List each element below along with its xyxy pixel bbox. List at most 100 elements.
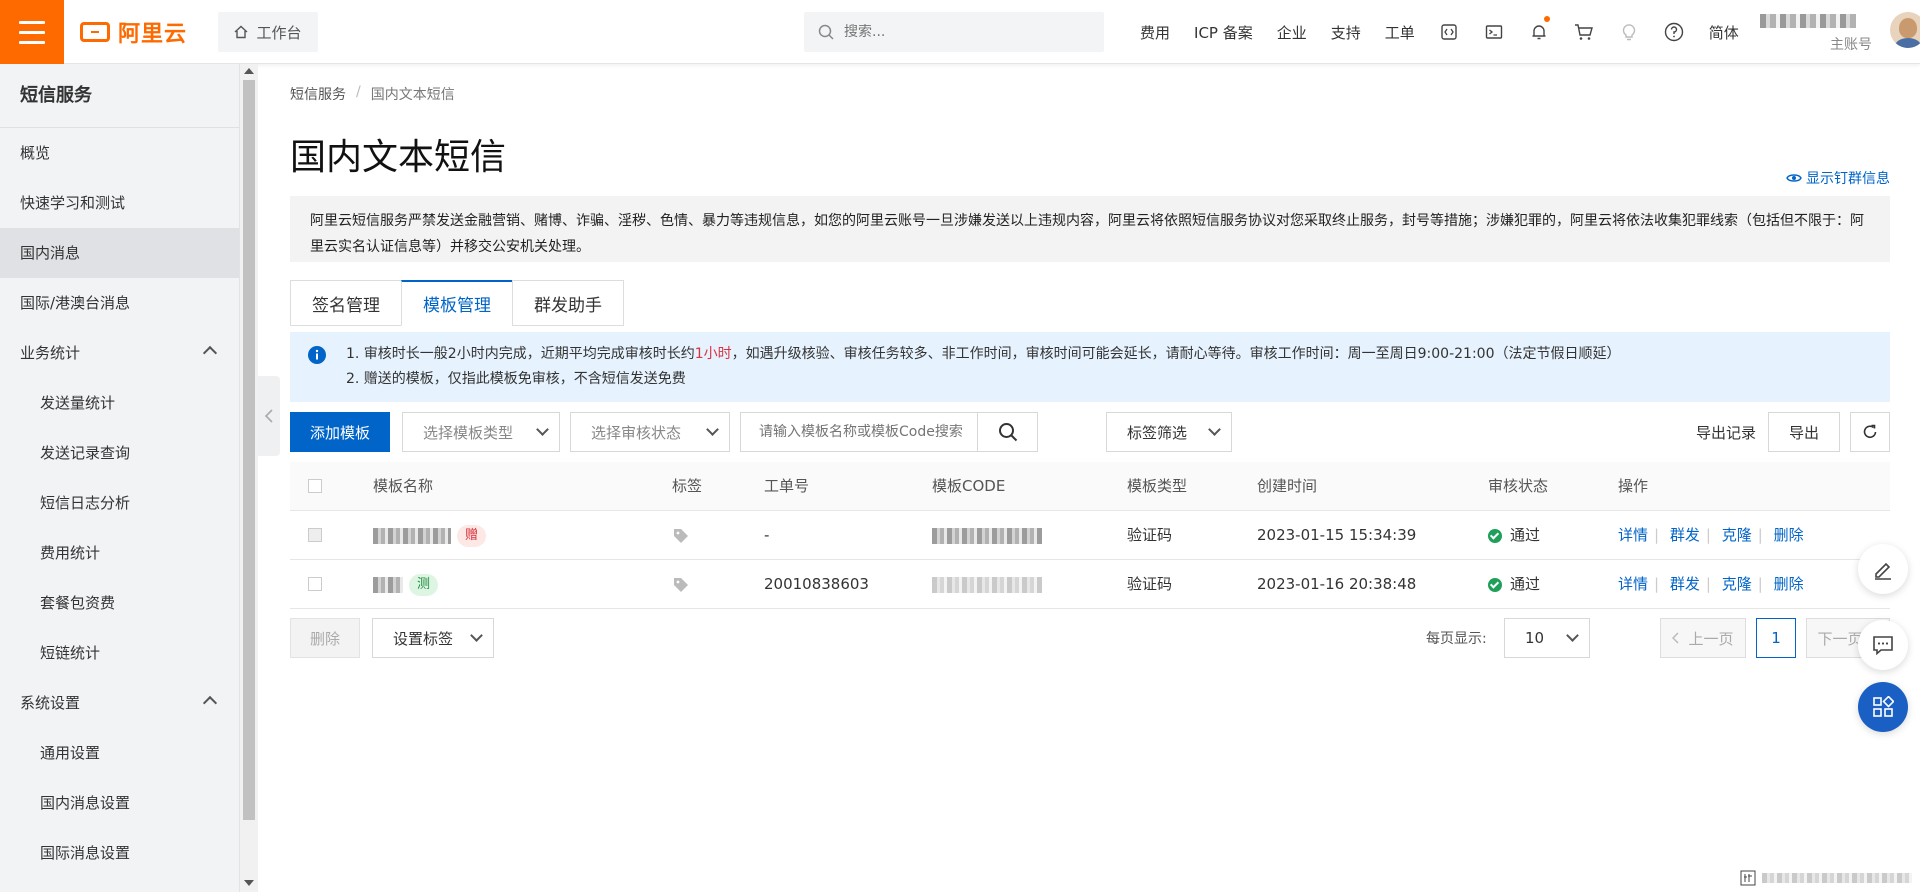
tab-bulk-send-assistant[interactable]: 群发助手 — [512, 280, 624, 326]
top-nav: 费用 ICP 备案 企业 支持 工单 简体 — [1128, 0, 1751, 64]
add-template-button[interactable]: 添加模板 — [290, 412, 390, 452]
nav-ticket[interactable]: 工单 — [1373, 22, 1427, 43]
code-icon[interactable] — [1427, 0, 1472, 64]
global-search[interactable] — [804, 12, 1104, 52]
template-code — [932, 560, 1042, 608]
show-group-info-link[interactable]: 显示钉群信息 — [1786, 168, 1890, 188]
delete-link[interactable]: 删除 — [1774, 526, 1804, 544]
chat-icon — [1873, 636, 1893, 656]
review-notice: 1. 审核时长一般2小时内完成，近期平均完成审核时长约1小时，如遇升级核验、审核… — [290, 332, 1890, 402]
sidebar-item-send-records[interactable]: 发送记录查询 — [0, 428, 239, 478]
page-1-button[interactable]: 1 — [1756, 618, 1796, 658]
detail-link[interactable]: 详情 — [1618, 526, 1648, 544]
sidebar: 短信服务 概览 快速学习和测试 国内消息 国际/港澳台消息 业务统计 发送量统计… — [0, 64, 240, 892]
sidebar-item-cost-stats[interactable]: 费用统计 — [0, 528, 239, 578]
export-button[interactable]: 导出 — [1768, 412, 1840, 452]
select-all-checkbox[interactable] — [308, 479, 322, 493]
global-search-input[interactable] — [844, 24, 1084, 40]
template-code-redacted — [932, 576, 1042, 593]
tag-icon[interactable] — [672, 511, 690, 559]
account-type: 主账号 — [1830, 37, 1872, 53]
clone-link[interactable]: 克隆 — [1722, 526, 1752, 544]
help-icon[interactable] — [1652, 0, 1697, 64]
sidebar-title: 短信服务 — [0, 64, 239, 128]
page-size-select[interactable]: 10 — [1504, 618, 1590, 658]
row-operations: 详情 | 群发 | 克隆 | 删除 — [1618, 511, 1810, 559]
sidebar-item-international-settings[interactable]: 国际消息设置 — [0, 828, 239, 878]
clone-link[interactable]: 克隆 — [1722, 575, 1752, 593]
review-status: 通过 — [1488, 511, 1540, 559]
batch-delete-button[interactable]: 删除 — [290, 618, 360, 658]
bulb-icon[interactable] — [1607, 0, 1652, 64]
ops-separator: | — [1757, 575, 1763, 593]
template-name-redacted — [373, 527, 451, 544]
review-status-select[interactable]: 选择审核状态 — [570, 412, 730, 452]
detail-link[interactable]: 详情 — [1618, 575, 1648, 593]
sidebar-item-shortlink-stats[interactable]: 短链统计 — [0, 628, 239, 678]
sidebar-item-quickstart[interactable]: 快速学习和测试 — [0, 178, 239, 228]
apps-grid-button[interactable] — [1858, 682, 1908, 732]
cart-icon[interactable] — [1562, 0, 1607, 64]
header-template-code: 模板CODE — [932, 477, 1006, 495]
header-review-status: 审核状态 — [1488, 477, 1549, 495]
gift-badge: 赠 — [457, 524, 487, 547]
scrollbar-thumb[interactable] — [243, 80, 255, 820]
sidebar-item-send-volume[interactable]: 发送量统计 — [0, 378, 239, 428]
sidebar-collapse-handle[interactable] — [258, 376, 280, 456]
sidebar-item-package-pricing[interactable]: 套餐包资费 — [0, 578, 239, 628]
search-button[interactable] — [977, 413, 1037, 451]
chevron-down-icon — [706, 423, 719, 436]
apps-icon — [1873, 696, 1894, 717]
bulk-send-link[interactable]: 群发 — [1670, 526, 1700, 544]
breadcrumb-separator: / — [356, 84, 361, 100]
account-menu[interactable]: 主账号 — [1760, 12, 1880, 53]
tab-template-management[interactable]: 模板管理 — [401, 280, 513, 326]
refresh-button[interactable] — [1850, 412, 1890, 452]
tab-signature-management[interactable]: 签名管理 — [290, 280, 402, 326]
set-tag-button[interactable]: 设置标签 — [372, 618, 494, 658]
prev-page-button[interactable]: 上一页 — [1660, 618, 1746, 658]
home-icon — [235, 25, 248, 39]
delete-link[interactable]: 删除 — [1774, 575, 1804, 593]
sidebar-group-system-settings[interactable]: 系统设置 — [0, 678, 239, 728]
aliyun-logo[interactable]: 阿里云 — [80, 18, 187, 47]
bell-icon[interactable] — [1517, 0, 1562, 64]
sidebar-item-log-analysis[interactable]: 短信日志分析 — [0, 478, 239, 528]
header-operations: 操作 — [1618, 477, 1649, 495]
template-type-select[interactable]: 选择模板类型 — [402, 412, 560, 452]
language-switch[interactable]: 简体 — [1697, 22, 1751, 43]
compliance-warning: 阿里云短信服务严禁发送金融营销、赌博、诈骗、淫秽、色情、暴力等违规信息，如您的阿… — [290, 196, 1890, 262]
sidebar-group-business-stats[interactable]: 业务统计 — [0, 328, 239, 378]
tag-filter-button[interactable]: 标签筛选 — [1106, 412, 1232, 452]
template-search-input[interactable] — [741, 413, 981, 451]
feedback-edit-button[interactable] — [1858, 544, 1908, 594]
header-created-time: 创建时间 — [1257, 477, 1318, 495]
nav-support[interactable]: 支持 — [1319, 22, 1373, 43]
ticket-number: 20010838603 — [764, 575, 869, 593]
sidebar-item-overview[interactable]: 概览 — [0, 128, 239, 178]
template-code-redacted — [932, 527, 1042, 544]
row-checkbox[interactable] — [308, 528, 322, 542]
chevron-left-icon — [1672, 632, 1680, 644]
sidebar-item-domestic[interactable]: 国内消息 — [0, 228, 239, 278]
sidebar-scrollbar[interactable] — [240, 64, 258, 892]
row-checkbox[interactable] — [308, 577, 322, 591]
export-records-link[interactable]: 导出记录 — [1696, 422, 1756, 443]
terminal-icon[interactable] — [1472, 0, 1517, 64]
bulk-send-link[interactable]: 群发 — [1670, 575, 1700, 593]
sidebar-item-domestic-settings[interactable]: 国内消息设置 — [0, 778, 239, 828]
nav-enterprise[interactable]: 企业 — [1265, 22, 1319, 43]
scroll-down-arrow-icon[interactable] — [244, 880, 254, 886]
nav-icp[interactable]: ICP 备案 — [1182, 22, 1265, 43]
sidebar-item-international[interactable]: 国际/港澳台消息 — [0, 278, 239, 328]
scroll-up-arrow-icon[interactable] — [244, 68, 254, 74]
sidebar-item-general-settings[interactable]: 通用设置 — [0, 728, 239, 778]
test-badge: 测 — [409, 573, 439, 596]
avatar[interactable] — [1890, 12, 1920, 48]
hamburger-menu-button[interactable] — [0, 0, 64, 64]
nav-fee[interactable]: 费用 — [1128, 22, 1182, 43]
chat-support-button[interactable] — [1858, 620, 1908, 670]
tag-icon[interactable] — [672, 560, 690, 608]
workbench-button[interactable]: 工作台 — [218, 12, 318, 52]
breadcrumb-root[interactable]: 短信服务 — [290, 84, 346, 104]
